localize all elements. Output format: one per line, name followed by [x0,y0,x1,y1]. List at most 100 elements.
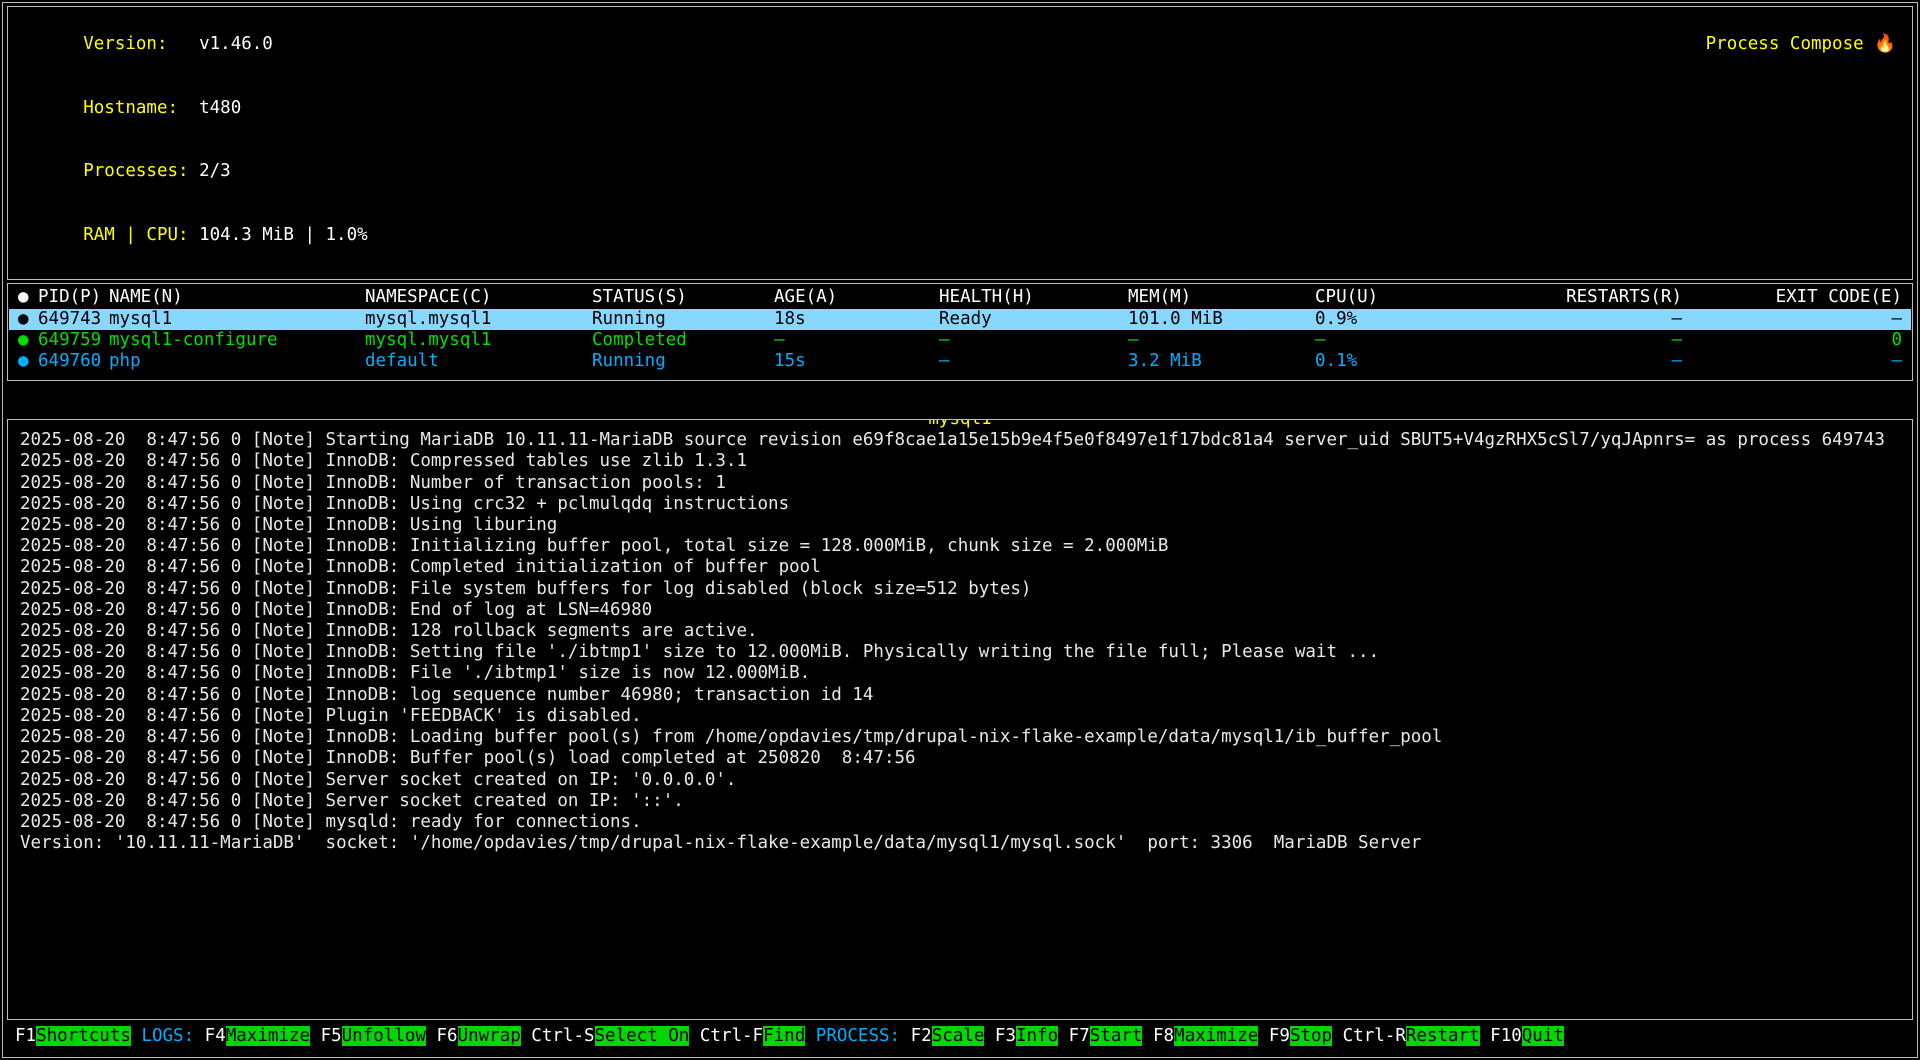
log-line: 2025-08-20 8:47:56 0 [Note] InnoDB: Comp… [20,451,1900,472]
status-bar-section-label: LOGS: [141,1026,194,1047]
shortcut-action: Quit [1522,1026,1564,1046]
pane-selector-bullet-icon: ● [18,287,38,308]
status-bullet-icon: ● [18,351,38,372]
shortcut-f1[interactable]: F1Shortcuts [15,1026,131,1047]
log-line: 2025-08-20 8:47:56 0 [Note] mysqld: read… [20,812,1900,833]
log-pane-title: mysql1 [927,419,992,430]
shortcut-key: F4 [205,1026,226,1046]
column-header-health[interactable]: HEALTH(H) [939,287,1128,308]
hostname-label: Hostname: [83,98,188,119]
shortcut-f4[interactable]: F4Maximize [205,1026,310,1047]
log-line: 2025-08-20 8:47:56 0 [Note] InnoDB: File… [20,579,1900,600]
status-bullet-icon: ● [18,309,38,330]
table-row-mysql1-configure[interactable]: ● 649759 mysql1-configure mysql.mysql1 C… [18,330,1902,351]
shortcut-action: Info [1016,1026,1058,1046]
column-header-name[interactable]: NAME(N) [109,287,365,308]
shortcut-ctrl-f[interactable]: Ctrl-FFind [700,1026,805,1047]
shortcut-f10[interactable]: F10Quit [1490,1026,1564,1047]
column-header-namespace[interactable]: NAMESPACE(C) [365,287,592,308]
cell-exit-code: – [1682,351,1902,372]
shortcut-action: Scale [932,1026,985,1046]
shortcut-f6[interactable]: F6Unwrap [436,1026,520,1047]
cell-restarts: – [1485,309,1682,330]
shortcut-key: F2 [911,1026,932,1046]
shortcut-ctrl-r[interactable]: Ctrl-RRestart [1343,1026,1480,1047]
status-bar-section-label: PROCESS: [816,1026,900,1047]
shortcut-key: F3 [995,1026,1016,1046]
shortcut-key: F6 [436,1026,457,1046]
cell-age: – [774,330,939,351]
column-header-age[interactable]: AGE(A) [774,287,939,308]
shortcut-key: F5 [321,1026,342,1046]
column-header-pid[interactable]: PID(P) [38,287,109,308]
log-line: Version: '10.11.11-MariaDB' socket: '/ho… [20,833,1900,854]
column-header-mem[interactable]: MEM(M) [1128,287,1315,308]
hostname-value: t480 [199,98,241,118]
column-header-exit-code[interactable]: EXIT CODE(E) [1682,287,1902,308]
cell-status: Running [592,309,774,330]
cell-namespace: default [365,351,592,372]
shortcut-key: F10 [1490,1026,1522,1046]
log-line: 2025-08-20 8:47:56 0 [Note] Server socke… [20,770,1900,791]
header-line-ram-cpu: RAM | CPU:104.3 MiB | 1.0% [20,204,1900,268]
cell-exit-code: 0 [1682,330,1902,351]
cell-name: mysql1 [109,309,365,330]
header-line-hostname: Hostname: t480 [20,77,1900,141]
shortcut-f9[interactable]: F9Stop [1269,1026,1332,1047]
shortcut-f5[interactable]: F5Unfollow [321,1026,426,1047]
app-title: Process Compose 🔥 [1642,13,1896,77]
cell-pid: 649759 [38,330,109,351]
log-line: 2025-08-20 8:47:56 0 [Note] InnoDB: File… [20,663,1900,684]
cell-mem: 101.0 MiB [1128,309,1315,330]
log-line: 2025-08-20 8:47:56 0 [Note] InnoDB: Numb… [20,473,1900,494]
cell-age: 15s [774,351,939,372]
ram-cpu-label: RAM | CPU: [83,225,188,246]
log-line: 2025-08-20 8:47:56 0 [Note] InnoDB: 128 … [20,621,1900,642]
shortcut-key: Ctrl-R [1343,1026,1406,1046]
shortcut-action: Stop [1290,1026,1332,1046]
log-pane[interactable]: mysql1 2025-08-20 8:47:56 0 [Note] Start… [7,419,1913,1020]
shortcut-action: Select On [595,1026,690,1046]
column-header-restarts[interactable]: RESTARTS(R) [1485,287,1682,308]
cell-status: Completed [592,330,774,351]
terminal-frame: Version: v1.46.0 Hostname: t480 Processes:… [2,2,1918,1058]
version-label: Version: [83,34,188,55]
cell-name: php [109,351,365,372]
shortcut-action: Restart [1406,1026,1480,1046]
cell-name: mysql1-configure [109,330,365,351]
log-line: 2025-08-20 8:47:56 0 [Note] Starting Mar… [20,430,1900,451]
shortcut-ctrl-s[interactable]: Ctrl-SSelect On [531,1026,689,1047]
cell-exit-code: – [1682,309,1902,330]
shortcut-action: Unwrap [458,1026,521,1046]
log-line: 2025-08-20 8:47:56 0 [Note] InnoDB: Comp… [20,557,1900,578]
cell-namespace: mysql.mysql1 [365,309,592,330]
shortcut-f3[interactable]: F3Info [995,1026,1058,1047]
log-line: 2025-08-20 8:47:56 0 [Note] InnoDB: Load… [20,727,1900,748]
column-header-status[interactable]: STATUS(S) [592,287,774,308]
table-row-php[interactable]: ● 649760 php default Running 15s – 3.2 M… [18,351,1902,372]
table-header-row: ● PID(P) NAME(N) NAMESPACE(C) STATUS(S) … [18,287,1902,308]
header-line-processes: Processes: 2/3 [20,140,1900,204]
processes-count: 2/3 [199,161,231,181]
shortcut-key: Ctrl-F [700,1026,763,1046]
version-value: v1.46.0 [199,34,273,54]
table-row-mysql1[interactable]: ● 649743 mysql1 mysql.mysql1 Running 18s… [9,309,1911,330]
log-lines: 2025-08-20 8:47:56 0 [Note] Starting Mar… [20,430,1900,854]
shortcut-action: Start [1090,1026,1143,1046]
cell-cpu: – [1315,330,1485,351]
column-header-cpu[interactable]: CPU(U) [1315,287,1485,308]
shortcut-key: F1 [15,1026,36,1046]
app-title-text: Process Compose [1706,34,1864,54]
cell-namespace: mysql.mysql1 [365,330,592,351]
shortcut-f7[interactable]: F7Start [1069,1026,1143,1047]
status-bullet-icon: ● [18,330,38,351]
shortcut-f2[interactable]: F2Scale [911,1026,985,1047]
flame-icon: 🔥 [1874,34,1896,54]
log-line: 2025-08-20 8:47:56 0 [Note] InnoDB: Init… [20,536,1900,557]
shortcut-f8[interactable]: F8Maximize [1153,1026,1258,1047]
log-line: 2025-08-20 8:47:56 0 [Note] Plugin 'FEED… [20,706,1900,727]
shortcut-key: F9 [1269,1026,1290,1046]
processes-label: Processes: [83,161,188,182]
shortcut-action: Shortcuts [36,1026,131,1046]
header-pane: Version: v1.46.0 Hostname: t480 Processes:… [7,6,1913,280]
